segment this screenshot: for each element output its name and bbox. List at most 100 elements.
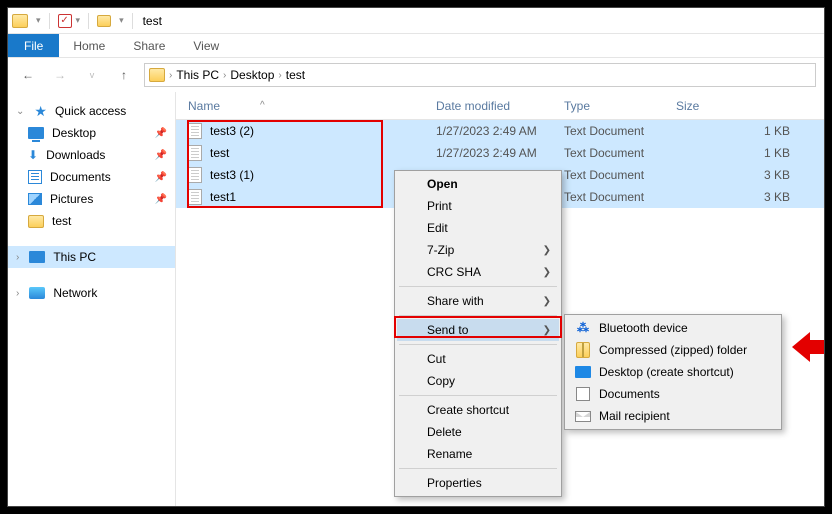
column-headers: Name ^ Date modified Type Size [176,92,824,120]
sidebar-thispc[interactable]: › This PC [8,246,175,268]
file-date: 1/27/2023 2:49 AM [436,124,564,138]
chevron-right-icon[interactable]: › [278,70,281,81]
ctx-open[interactable]: Open [397,173,559,195]
sendto-documents[interactable]: Documents [567,383,779,405]
file-row[interactable]: test3 (2) 1/27/2023 2:49 AM Text Documen… [176,120,824,142]
file-type: Text Document [564,190,676,204]
pin-icon: 📌 [155,194,167,205]
sidebar-item-label: Desktop [52,126,96,140]
sidebar-test[interactable]: test [8,210,175,232]
sidebar-item-label: Documents [50,170,111,184]
sendto-submenu: ⁂ Bluetooth device Compressed (zipped) f… [564,314,782,430]
file-size: 3 KB [676,190,824,204]
sendto-compressed[interactable]: Compressed (zipped) folder [567,339,779,361]
folder-icon [12,14,28,28]
ctx-share[interactable]: Share with❯ [397,290,559,312]
back-button[interactable]: ← [16,63,40,87]
ctx-print[interactable]: Print [397,195,559,217]
file-tab[interactable]: File [8,34,59,57]
submenu-label: Mail recipient [599,409,670,423]
file-name: test3 (1) [210,168,254,182]
bluetooth-icon: ⁂ [575,320,591,336]
recent-dropdown-icon[interactable]: v [80,63,104,87]
sidebar-item-label: Downloads [46,148,105,162]
ctx-cut[interactable]: Cut [397,348,559,370]
qat-dropdown-icon[interactable]: ▾ [36,15,41,26]
file-size: 1 KB [676,124,824,138]
ctx-delete[interactable]: Delete [397,421,559,443]
pin-icon: 📌 [155,150,167,161]
file-date: 1/27/2023 2:49 AM [436,146,564,160]
sidebar-quick-access[interactable]: ⌄ ★ Quick access [8,100,175,122]
share-tab[interactable]: Share [119,34,179,57]
text-file-icon [188,167,202,183]
file-name: test1 [210,190,236,204]
submenu-label: Documents [599,387,660,401]
separator [399,286,557,287]
submenu-label: Desktop (create shortcut) [599,365,734,379]
sidebar-item-label: Pictures [50,192,93,206]
sidebar-item-label: test [52,214,71,228]
separator [399,344,557,345]
text-file-icon [188,145,202,161]
qat-dropdown2-icon[interactable]: ▾ [76,15,81,26]
breadcrumb-desktop[interactable]: Desktop [230,68,274,82]
view-tab[interactable]: View [179,34,233,57]
chevron-right-icon[interactable]: › [169,70,172,81]
mail-icon [575,411,591,422]
column-date[interactable]: Date modified [436,99,564,113]
address-bar: ← → v ↑ › This PC › Desktop › test [8,58,824,92]
chevron-right-icon: ❯ [543,325,551,336]
qat-dropdown3-icon[interactable]: ▾ [119,15,124,26]
quick-access-toolbar: ▾ ✓ ▾ ▾ [36,13,124,29]
qat-properties-icon[interactable]: ✓ [58,14,72,28]
network-icon [29,287,45,299]
file-row[interactable]: test 1/27/2023 2:49 AM Text Document 1 K… [176,142,824,164]
sidebar-pictures[interactable]: Pictures 📌 [8,188,175,210]
ctx-7zip[interactable]: 7-Zip ❯ [397,239,559,261]
ctx-label: Send to [427,323,468,337]
ctx-edit[interactable]: Edit [397,217,559,239]
explorer-window: ▾ ✓ ▾ ▾ test File Home Share View ← → v … [7,7,825,507]
column-size[interactable]: Size [676,99,824,113]
breadcrumb[interactable]: › This PC › Desktop › test [144,63,816,87]
up-button[interactable]: ↑ [112,63,136,87]
chevron-icon: › [16,288,19,299]
file-type: Text Document [564,124,676,138]
ctx-properties[interactable]: Properties [397,472,559,494]
ctx-label: 7-Zip [427,243,454,257]
sendto-desktop[interactable]: Desktop (create shortcut) [567,361,779,383]
chevron-icon: ⌄ [16,106,24,117]
submenu-label: Compressed (zipped) folder [599,343,747,357]
column-name[interactable]: Name ^ [188,99,436,113]
separator [399,468,557,469]
ctx-rename[interactable]: Rename [397,443,559,465]
sidebar-documents[interactable]: Documents 📌 [8,166,175,188]
sidebar-downloads[interactable]: ⬇ Downloads 📌 [8,144,175,166]
ctx-shortcut[interactable]: Create shortcut [397,399,559,421]
file-size: 1 KB [676,146,824,160]
column-type[interactable]: Type [564,99,676,113]
sendto-bluetooth[interactable]: ⁂ Bluetooth device [567,317,779,339]
sidebar-desktop[interactable]: Desktop 📌 [8,122,175,144]
chevron-right-icon: ❯ [543,245,551,256]
sendto-mail[interactable]: Mail recipient [567,405,779,427]
sidebar: ⌄ ★ Quick access Desktop 📌 ⬇ Downloads 📌… [8,92,176,506]
documents-icon [28,170,42,184]
ctx-sendto[interactable]: Send to ❯ [397,319,559,341]
file-name: test3 (2) [210,124,254,138]
breadcrumb-test[interactable]: test [286,68,305,82]
ctx-label: CRC SHA [427,265,481,279]
qat-folder-icon[interactable] [97,15,111,27]
chevron-right-icon[interactable]: › [223,70,226,81]
forward-button[interactable]: → [48,63,72,87]
ctx-crc[interactable]: CRC SHA❯ [397,261,559,283]
separator [399,315,557,316]
home-tab[interactable]: Home [59,34,119,57]
sidebar-network[interactable]: › Network [8,282,175,304]
titlebar: ▾ ✓ ▾ ▾ test [8,8,824,34]
file-size: 3 KB [676,168,824,182]
breadcrumb-thispc[interactable]: This PC [176,68,219,82]
ctx-copy[interactable]: Copy [397,370,559,392]
sidebar-item-label: Network [53,286,97,300]
